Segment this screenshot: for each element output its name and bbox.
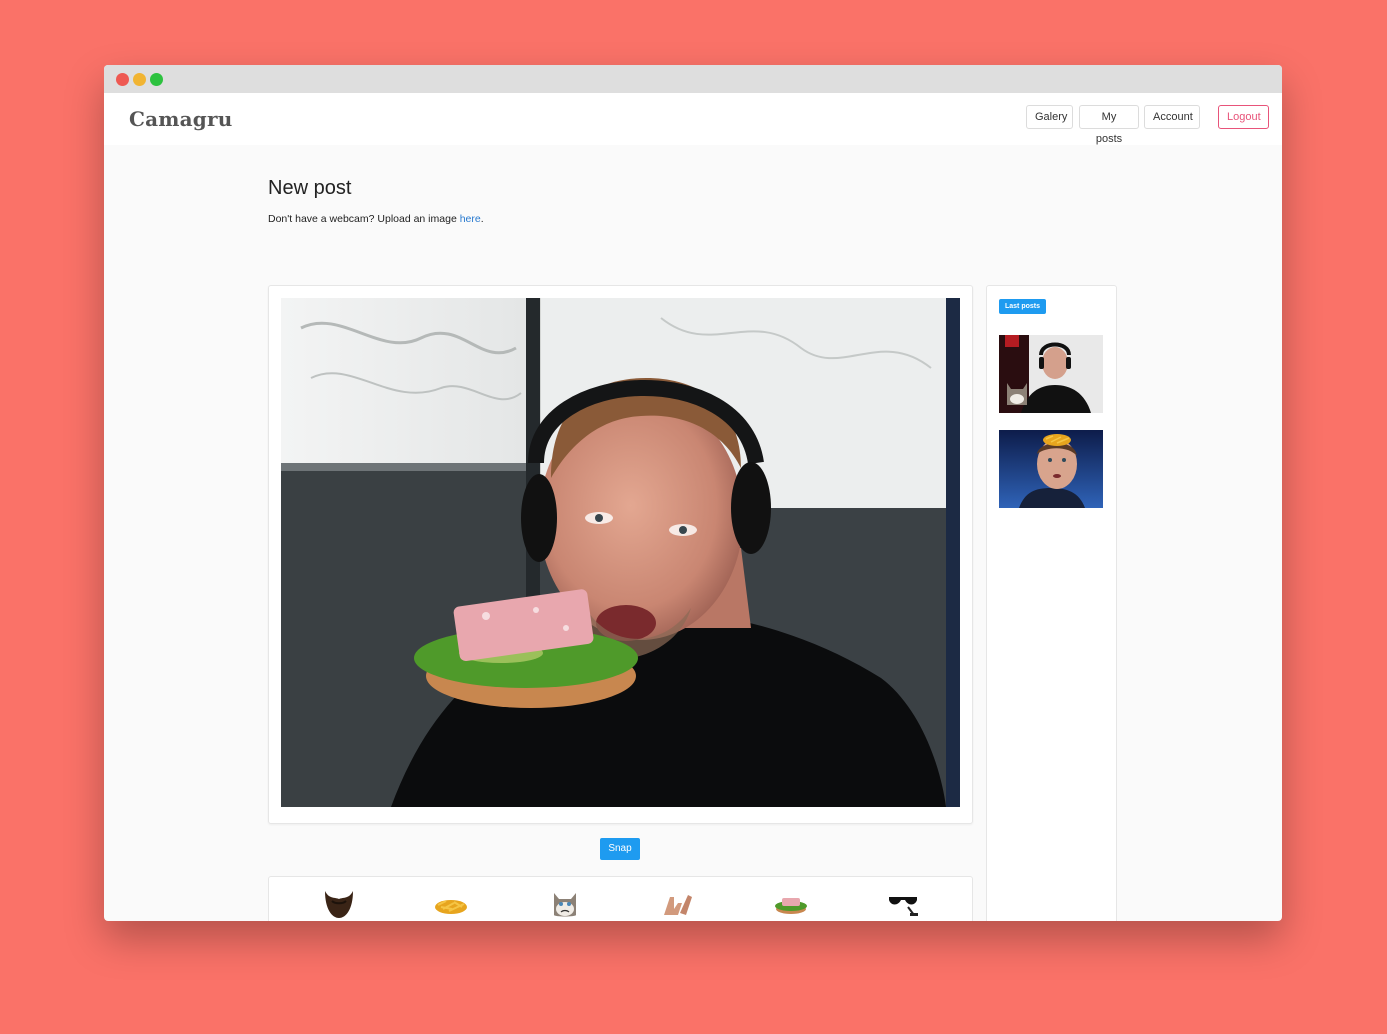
camera-card — [268, 285, 973, 824]
last-post-thumbnail[interactable] — [999, 335, 1103, 413]
brand-logo[interactable]: Camagru — [129, 107, 232, 131]
beard-sticker-icon[interactable] — [322, 889, 356, 919]
last-posts-sidebar: Last posts — [986, 285, 1117, 921]
minimize-window-icon[interactable] — [133, 73, 146, 86]
logout-button[interactable]: Logout — [1218, 105, 1269, 129]
upload-link[interactable]: here — [460, 213, 481, 225]
browser-window: Camagru Galery My posts Account Logout N… — [104, 65, 1282, 921]
hands-sticker-icon[interactable] — [660, 889, 694, 919]
last-post-thumbnail[interactable] — [999, 430, 1103, 508]
close-window-icon[interactable] — [116, 73, 129, 86]
sunglasses-sticker-icon[interactable] — [886, 889, 920, 919]
page-title: New post — [268, 177, 352, 199]
upload-hint: Don't have a webcam? Upload an image her… — [268, 213, 484, 225]
nav-account-button[interactable]: Account — [1144, 105, 1200, 129]
nav-my-posts-button[interactable]: My posts — [1079, 105, 1139, 145]
fries-sticker-icon[interactable] — [434, 889, 468, 919]
maximize-window-icon[interactable] — [150, 73, 163, 86]
sandwich-sticker-icon[interactable] — [774, 889, 808, 919]
snap-button[interactable]: Snap — [600, 838, 640, 860]
sticker-picker — [268, 876, 973, 921]
main-content: New post Don't have a webcam? Upload an … — [104, 145, 1282, 921]
grumpy-cat-sticker-icon[interactable] — [548, 889, 582, 919]
last-posts-badge: Last posts — [999, 299, 1047, 314]
window-titlebar — [104, 65, 1282, 94]
webcam-preview — [281, 298, 960, 807]
nav-galery-button[interactable]: Galery — [1026, 105, 1073, 129]
upload-hint-suffix: . — [480, 213, 484, 225]
webcam-scene — [281, 298, 960, 807]
navbar: Camagru Galery My posts Account Logout — [104, 93, 1282, 145]
upload-hint-text: Don't have a webcam? Upload an image — [268, 213, 460, 225]
